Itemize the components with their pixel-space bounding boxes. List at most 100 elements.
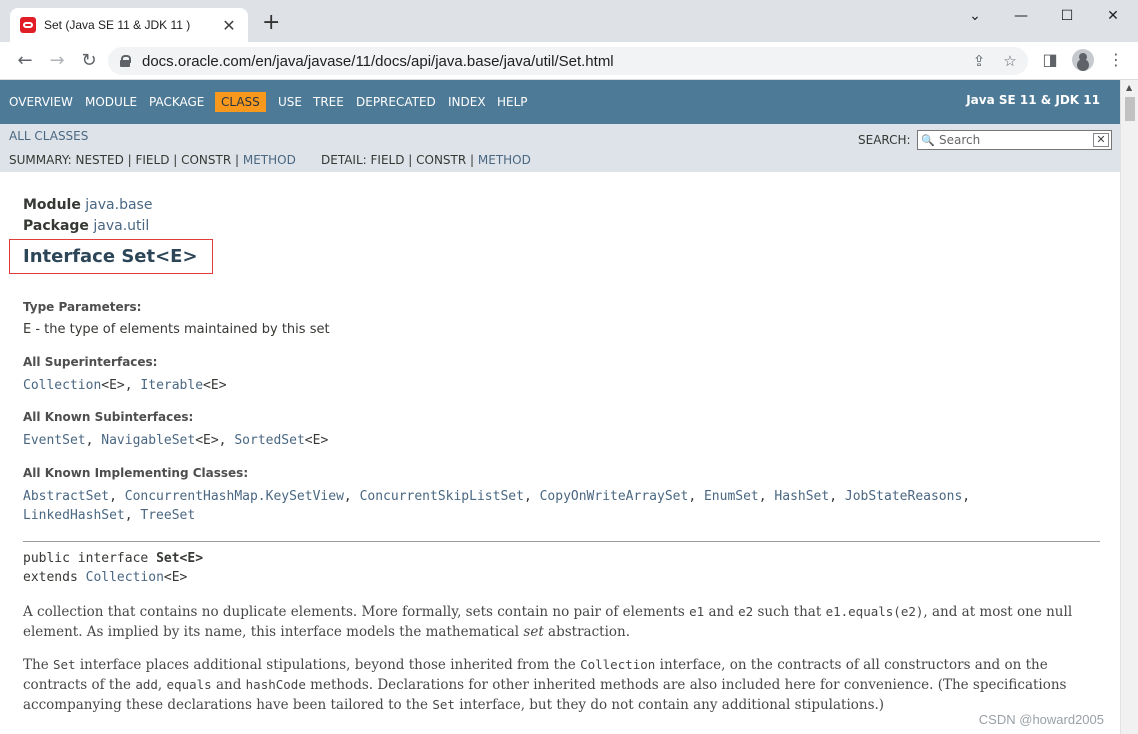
subinterfaces-list: EventSet, NavigableSet<E>, SortedSet<E> [23, 433, 328, 448]
summary-method-link[interactable]: METHOD [243, 153, 296, 167]
separator: , [758, 489, 775, 504]
tab-search-icon[interactable]: ⌄ [952, 6, 998, 26]
lock-icon[interactable] [120, 55, 131, 67]
separator: , [343, 489, 360, 504]
nav-index[interactable]: INDEX [448, 92, 486, 112]
class-link[interactable]: HashSet [774, 489, 829, 504]
nav-package[interactable]: PACKAGE [149, 92, 204, 112]
signature-modifiers: public interface [23, 551, 157, 566]
forward-icon[interactable]: → [46, 50, 68, 72]
superinterfaces-label: All Superinterfaces: [23, 355, 158, 369]
browser-tab[interactable]: Set (Java SE 11 & JDK 11 ) ✕ [10, 8, 248, 42]
signature-line1: public interface Set<E> [23, 551, 203, 566]
subinterface-link[interactable]: SortedSet [234, 433, 304, 448]
search-placeholder[interactable]: Search [935, 133, 1093, 147]
code: e2 [738, 604, 754, 619]
brand-label: Java SE 11 & JDK 11 [966, 93, 1100, 107]
new-tab-button[interactable]: + [262, 12, 280, 34]
separator: , [829, 489, 845, 504]
detail-nav: DETAIL: FIELD | CONSTR | METHOD [321, 153, 531, 167]
url-text[interactable]: docs.oracle.com/en/java/javase/11/docs/a… [142, 53, 614, 70]
class-link[interactable]: TreeSet [140, 508, 195, 523]
vertical-scrollbar[interactable]: ▲ [1120, 80, 1138, 734]
superinterface-link[interactable]: Collection [23, 378, 101, 393]
type-suffix: <E> [203, 378, 227, 393]
nav-use[interactable]: USE [278, 92, 302, 112]
class-link[interactable]: ConcurrentSkipListSet [360, 489, 524, 504]
text: and [211, 677, 246, 693]
subinterfaces-label: All Known Subinterfaces: [23, 410, 194, 424]
module-link[interactable]: java.base [85, 197, 152, 213]
page-title: Interface Set<E> [23, 246, 198, 267]
text: interface, but they do not contain any a… [454, 697, 885, 713]
module-line: Module java.base [23, 197, 152, 213]
scroll-thumb[interactable] [1125, 97, 1135, 121]
nav-overview[interactable]: OVERVIEW [9, 92, 73, 112]
class-link[interactable]: CopyOnWriteArraySet [540, 489, 689, 504]
nav-deprecated[interactable]: DEPRECATED [356, 92, 436, 112]
subinterface-link[interactable]: EventSet [23, 433, 86, 448]
signature-generic: <E> [163, 570, 188, 585]
code: Collection [580, 657, 656, 672]
javadoc-navbar: OVERVIEW MODULE PACKAGE CLASS USE TREE D… [0, 80, 1120, 124]
address-bar[interactable]: docs.oracle.com/en/java/javase/11/docs/a… [108, 47, 1028, 75]
code: equals [166, 677, 212, 692]
class-link[interactable]: EnumSet [704, 489, 759, 504]
share-icon[interactable]: ⇪ [969, 52, 989, 70]
back-icon[interactable]: ← [14, 50, 36, 72]
class-link[interactable]: JobStateReasons [845, 489, 962, 504]
module-label: Module [23, 197, 81, 213]
code: Set [52, 657, 76, 672]
separator: , [688, 489, 704, 504]
scroll-up-icon[interactable]: ▲ [1126, 83, 1132, 92]
class-link[interactable]: ConcurrentHashMap.KeySetView [125, 489, 344, 504]
text: abstraction. [543, 624, 631, 640]
tab-close-icon[interactable]: ✕ [220, 16, 238, 35]
text: and [704, 604, 739, 620]
clear-search-icon[interactable]: ✕ [1093, 133, 1109, 147]
type-suffix: <E> [304, 433, 329, 448]
signature-line2: extends Collection<E> [23, 570, 187, 585]
profile-icon[interactable] [1072, 49, 1094, 71]
type-params-label: Type Parameters: [23, 300, 142, 314]
class-link[interactable]: LinkedHashSet [23, 508, 125, 523]
sidepanel-icon[interactable]: ◨ [1039, 50, 1061, 69]
summary-prefix: SUMMARY: NESTED | FIELD | CONSTR | [9, 153, 243, 167]
emphasis: set [523, 624, 544, 640]
description-paragraph-1: A collection that contains no duplicate … [23, 602, 1093, 642]
minimize-icon[interactable]: — [998, 6, 1044, 26]
class-link[interactable]: AbstractSet [23, 489, 109, 504]
star-icon[interactable]: ☆ [1000, 52, 1020, 70]
nav-tree[interactable]: TREE [313, 92, 344, 112]
code: e1.equals(e2) [825, 604, 924, 619]
reload-icon[interactable]: ↻ [78, 50, 100, 72]
window-close-icon[interactable]: ✕ [1090, 6, 1136, 26]
implementing-label: All Known Implementing Classes: [23, 466, 249, 480]
maximize-icon[interactable]: ☐ [1044, 6, 1090, 26]
search-icon: 🔍 [921, 133, 935, 147]
search-input[interactable]: 🔍 Search ✕ [917, 130, 1112, 150]
nav-class[interactable]: CLASS [215, 92, 266, 112]
package-link[interactable]: java.util [93, 218, 149, 234]
subinterface-link[interactable]: NavigableSet [101, 433, 195, 448]
all-classes-link[interactable]: ALL CLASSES [9, 129, 88, 143]
type-suffix: <E>, [195, 433, 235, 448]
superinterface-link[interactable]: Iterable [140, 378, 203, 393]
signature-extends: extends [23, 570, 86, 585]
implementing-list-line1: AbstractSet, ConcurrentHashMap.KeySetVie… [23, 489, 970, 504]
nav-help[interactable]: HELP [497, 92, 528, 112]
text: such that [753, 604, 826, 620]
toolbar: ← → ↻ docs.oracle.com/en/java/javase/11/… [0, 42, 1138, 80]
oracle-favicon-icon [20, 17, 36, 33]
menu-icon[interactable]: ⋮ [1105, 50, 1127, 69]
watermark: CSDN @howard2005 [978, 712, 1104, 727]
collection-link[interactable]: Collection [86, 570, 164, 585]
detail-method-link[interactable]: METHOD [478, 153, 531, 167]
code: e1 [689, 604, 705, 619]
separator: , [523, 489, 540, 504]
nav-module[interactable]: MODULE [85, 92, 137, 112]
title-highlight-box: Interface Set<E> [9, 239, 213, 274]
type-suffix: , [85, 433, 102, 448]
text: A collection that contains no duplicate … [23, 604, 690, 620]
sub-navbar: ALL CLASSES SUMMARY: NESTED | FIELD | CO… [0, 124, 1120, 172]
